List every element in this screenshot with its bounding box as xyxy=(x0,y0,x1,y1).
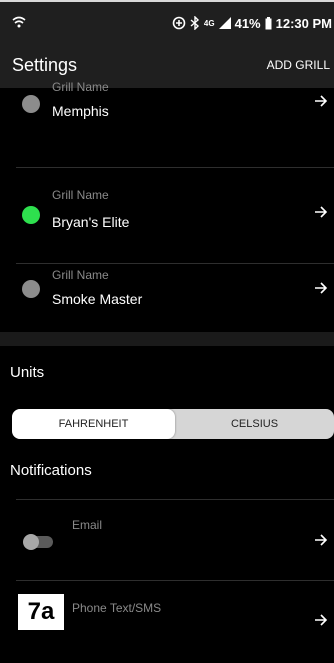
grill-name-caption: Grill Name xyxy=(52,188,109,202)
notification-label: Email xyxy=(72,518,103,532)
notifications-heading: Notifications xyxy=(10,462,92,479)
grill-name: Bryan's Elite xyxy=(52,214,130,230)
status-bar: 4G 41% 12:30 PM xyxy=(0,2,334,42)
section-separator xyxy=(0,332,334,346)
clock: 12:30 PM xyxy=(275,15,332,31)
status-indicators: 4G 41% 12:30 PM xyxy=(172,14,332,32)
bluetooth-icon xyxy=(190,16,199,30)
battery-percent: 41% xyxy=(234,15,261,31)
grill-name: Smoke Master xyxy=(52,291,143,307)
notification-item-email[interactable]: Email xyxy=(0,500,334,582)
arrow-right-icon[interactable] xyxy=(314,533,328,547)
celsius-option[interactable]: CELSIUS xyxy=(175,409,334,439)
page-title: Settings xyxy=(12,55,78,75)
grill-name-caption: Grill Name xyxy=(52,268,109,282)
grill-name-caption: Grill Name xyxy=(52,80,109,94)
signal-icon xyxy=(218,17,231,29)
toggle-knob xyxy=(23,534,39,550)
network-type: 4G xyxy=(203,18,215,28)
arrow-right-icon[interactable] xyxy=(314,613,328,627)
data-saver-icon xyxy=(172,16,186,30)
arrow-right-icon[interactable] xyxy=(314,281,328,295)
grill-status-dot xyxy=(22,280,40,298)
fahrenheit-option[interactable]: FAHRENHEIT xyxy=(12,409,175,439)
app-screen: 4G 41% 12:30 PM Settings ADD GRILL Grill… xyxy=(0,0,334,643)
grill-list-item[interactable]: Grill Name Bryan's Elite xyxy=(0,178,334,268)
figure-badge: 7a xyxy=(17,593,65,631)
wifi-icon xyxy=(12,16,26,28)
divider xyxy=(16,167,334,168)
units-heading: Units xyxy=(10,364,45,381)
battery-icon xyxy=(265,16,272,29)
add-grill-button[interactable]: ADD GRILL xyxy=(267,58,330,72)
grill-list-item[interactable]: Grill Name Memphis xyxy=(0,80,334,178)
grill-name: Memphis xyxy=(52,103,109,119)
grill-status-dot xyxy=(22,95,40,113)
grill-status-dot xyxy=(22,206,40,224)
units-segmented-control: FAHRENHEIT CELSIUS xyxy=(12,409,334,439)
arrow-right-icon[interactable] xyxy=(314,94,328,108)
app-header: Settings ADD GRILL xyxy=(0,42,334,88)
email-toggle[interactable] xyxy=(23,534,53,550)
arrow-right-icon[interactable] xyxy=(314,205,328,219)
notification-label: Phone Text/SMS xyxy=(72,601,162,615)
